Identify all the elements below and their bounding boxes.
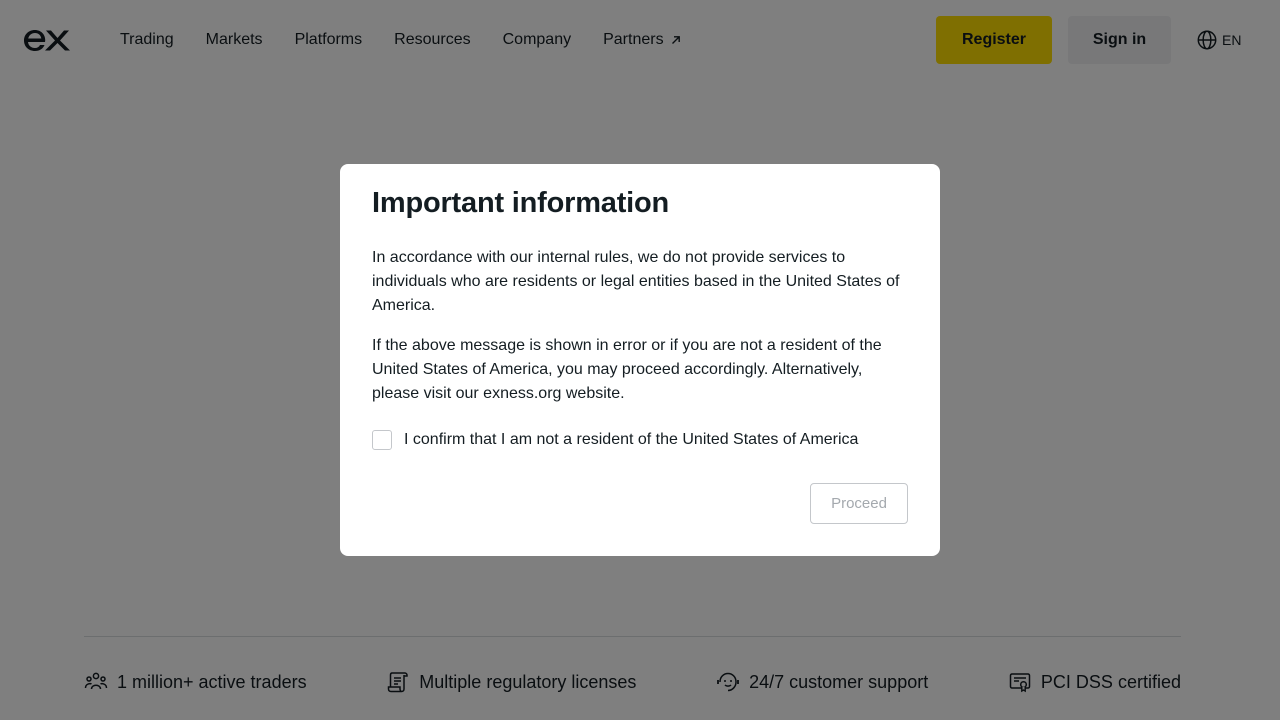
proceed-button[interactable]: Proceed	[810, 483, 908, 524]
dialog-title: Important information	[372, 187, 670, 219]
confirm-residency-checkbox[interactable]	[372, 430, 392, 450]
confirm-residency-label[interactable]: I confirm that I am not a resident of th…	[404, 431, 858, 449]
important-info-dialog: Important information In accordance with…	[340, 164, 940, 556]
dialog-paragraph-2: If the above message is shown in error o…	[372, 337, 882, 402]
dialog-paragraph-1: In accordance with our internal rules, w…	[372, 249, 900, 314]
confirm-residency-row[interactable]: I confirm that I am not a resident of th…	[372, 430, 908, 450]
